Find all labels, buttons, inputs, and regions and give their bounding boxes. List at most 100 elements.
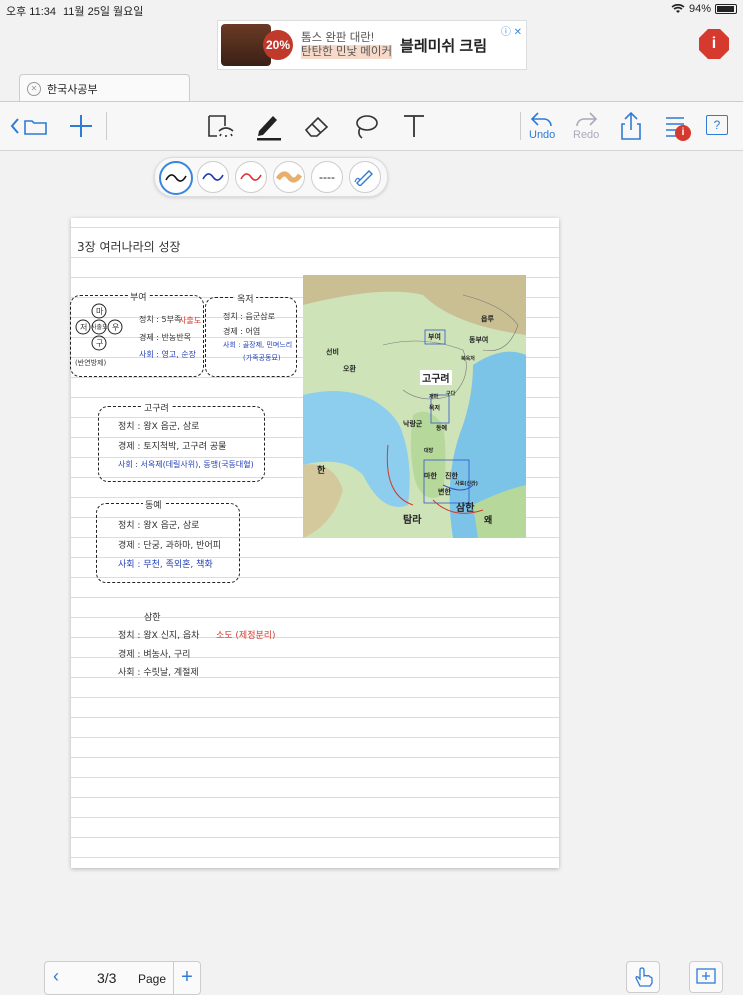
okjeo-heading: 옥저 xyxy=(235,292,256,305)
map-label-gu: 구다 xyxy=(446,391,456,397)
tab-title: 한국사공부 xyxy=(47,83,98,96)
map-label-nakrang: 낙랑군 xyxy=(403,420,423,428)
wifi-icon xyxy=(671,4,685,13)
samhan-society: 사회 : 수릿날, 계절제 xyxy=(118,668,199,678)
document-tab[interactable]: ✕ 한국사공부 xyxy=(19,74,190,102)
okjeo-society: 사회 : 골장제, 민며느리 xyxy=(223,341,293,349)
zoom-box-icon xyxy=(696,968,716,984)
ad-banner[interactable]: 20% 톰스 완판 대란! 탄탄한 민낯 메이커 블레미쉬 크림 ⓘ ✕ xyxy=(217,20,527,70)
share-button[interactable] xyxy=(619,111,643,141)
map-label-okjeo: 옥저 xyxy=(429,405,441,412)
ad-line-1: 톰스 완판 대란! xyxy=(301,32,375,44)
pen-tool-button[interactable] xyxy=(255,111,283,141)
text-tool-button[interactable] xyxy=(402,113,426,139)
redo-button[interactable]: Redo xyxy=(573,111,599,141)
status-date: 11월 25일 월요일 xyxy=(63,6,144,18)
page-label: Page xyxy=(138,972,167,986)
map-note-samhan: 삼한 xyxy=(456,503,475,514)
help-button[interactable]: ? xyxy=(706,115,728,135)
battery-icon xyxy=(715,4,737,14)
note-title: 3장 여러나라의 성장 xyxy=(77,240,181,254)
map-note-jeju: 탐라 xyxy=(403,515,422,526)
undo-label: Undo xyxy=(529,129,556,141)
samhan-politics-note: 소도 (제정분리) xyxy=(216,631,276,641)
read-only-mode-button[interactable] xyxy=(206,113,236,139)
map-label-goguryeo: 고구려 xyxy=(420,370,452,385)
map-label-mahan: 마한 xyxy=(424,472,437,480)
okjeo-politics: 정치 : 읍군삼로 xyxy=(223,312,275,321)
status-time: 오후 11:34 xyxy=(6,6,57,18)
map-label-ohwan: 오환 xyxy=(343,365,356,373)
add-page-button[interactable]: + xyxy=(173,962,200,994)
battery-percent: 94% xyxy=(688,3,711,15)
folder-back-icon xyxy=(10,118,47,135)
pen-black[interactable] xyxy=(159,161,193,195)
samhan-economy: 경제 : 벼농사, 구리 xyxy=(118,650,191,660)
eraser-icon xyxy=(304,116,329,137)
tab-close-icon[interactable]: ✕ xyxy=(27,81,41,96)
dongye-society: 사회 : 무천, 족외혼, 책화 xyxy=(118,560,213,570)
dongye-economy: 경제 : 단궁, 과하마, 반어피 xyxy=(118,541,221,551)
dongye-heading: 동예 xyxy=(143,498,164,511)
okjeo-society-note: (가족공동묘) xyxy=(243,354,281,362)
buyeo-center: 사출도 xyxy=(91,324,108,331)
toolbar: Undo Redo i ? xyxy=(0,101,743,151)
historical-map-image[interactable]: 부여 읍루 동부여 북옥저 선비 오환 고구려 구다 개마 옥저 낙랑군 동예 … xyxy=(303,275,526,538)
samhan-heading: 삼한 xyxy=(144,613,161,623)
map-label-saro: 사로(신라) xyxy=(455,481,478,487)
page-indicator[interactable]: 3/3 xyxy=(97,970,116,986)
plus-icon xyxy=(70,115,92,137)
undo-button[interactable]: Undo xyxy=(529,111,555,141)
goguryeo-society: 사회 : 서옥제(데릴사위), 동맹(국동대혈) xyxy=(118,460,254,469)
buyeo-economy: 경제 : 반농반목 xyxy=(139,333,191,342)
hand-touch-icon xyxy=(635,967,653,987)
info-alert-button[interactable]: i xyxy=(699,29,729,59)
ad-copy: 톰스 완판 대란! 탄탄한 민낯 메이커 xyxy=(301,31,393,59)
map-label-byeonhan: 변한 xyxy=(438,488,451,496)
zoom-box-button[interactable] xyxy=(689,961,723,993)
pen-blue[interactable] xyxy=(197,161,229,193)
new-note-button[interactable] xyxy=(68,113,94,139)
back-to-library-button[interactable] xyxy=(10,115,50,137)
view-mode-icon xyxy=(208,115,234,137)
redo-icon xyxy=(576,112,598,127)
map-label-daebang: 대방 xyxy=(424,448,434,454)
ad-line-2: 탄탄한 민낯 메이커 xyxy=(301,45,393,59)
map-label-dongye: 동예 xyxy=(436,425,448,432)
buyeo-heading: 부여 xyxy=(128,290,149,303)
map-label-han: 한 xyxy=(317,466,326,476)
buyeo-ga-u: 우 xyxy=(112,323,120,332)
touch-mode-button[interactable] xyxy=(626,961,660,993)
goguryeo-politics: 정치 : 왕X 읍군, 삼로 xyxy=(118,422,200,432)
share-icon xyxy=(621,111,641,140)
pen-palette: ---- xyxy=(154,157,388,197)
ad-close-icon[interactable]: ⓘ ✕ xyxy=(501,23,522,38)
pen-red[interactable] xyxy=(235,161,267,193)
okjeo-box xyxy=(205,297,297,377)
map-label-gaema: 개마 xyxy=(429,394,439,400)
pen-edit-icon xyxy=(354,170,373,186)
highlighter-orange[interactable] xyxy=(273,161,305,193)
buyeo-ga-jeo: 저 xyxy=(80,323,88,332)
status-bar: 오후 11:34 11월 25일 월요일 94% xyxy=(0,0,743,20)
lasso-icon xyxy=(356,115,378,139)
page-navigator: ‹ 3/3 Page + xyxy=(44,961,201,995)
goguryeo-heading: 고구려 xyxy=(142,401,171,414)
pen-settings[interactable] xyxy=(349,161,381,193)
dashed-line-pen[interactable]: ---- xyxy=(311,161,343,193)
previous-page-button[interactable]: ‹ xyxy=(53,966,59,987)
buyeo-ga-gu: 구 xyxy=(96,339,104,348)
lasso-tool-button[interactable] xyxy=(353,113,379,141)
buyeo-politics-note: 사출도 xyxy=(179,316,202,325)
eraser-tool-button[interactable] xyxy=(303,113,331,139)
buyeo-caption: (반연방제) xyxy=(75,359,107,367)
text-icon xyxy=(404,115,424,137)
map-label-dongbuyeo: 동부여 xyxy=(469,336,489,344)
status-right: 94% xyxy=(671,3,737,15)
ad-brand: 블레미쉬 크림 xyxy=(400,37,487,55)
dongye-politics: 정치 : 왕X 읍군, 삼로 xyxy=(118,521,200,531)
map-label-bukokjeo: 북옥저 xyxy=(461,356,475,362)
buyeo-politics: 정치 : 5부족 xyxy=(139,315,182,324)
notification-badge: i xyxy=(675,125,691,141)
buyeo-society: 사회 : 영고, 순장 xyxy=(139,350,197,359)
